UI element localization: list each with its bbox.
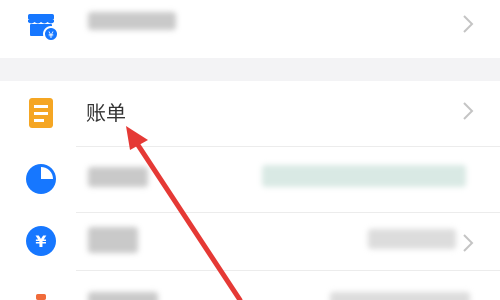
bill-icon (29, 98, 53, 128)
redacted-label (88, 292, 158, 300)
chevron-right-icon (463, 15, 474, 33)
redacted-detail (330, 292, 470, 300)
tag-icon (36, 294, 46, 300)
redacted-detail (368, 229, 456, 249)
store-icon: ¥ (28, 14, 59, 42)
chevron-right-icon (463, 102, 474, 120)
redacted-detail (262, 165, 466, 187)
menu-row-last[interactable] (0, 272, 500, 300)
redacted-label (88, 167, 148, 187)
svg-text:¥: ¥ (35, 232, 46, 251)
menu-row-store[interactable]: ¥ (0, 0, 500, 58)
redacted-label (88, 227, 138, 253)
row-divider (76, 270, 500, 271)
pie-chart-icon (26, 164, 56, 194)
section-gap (0, 58, 500, 81)
menu-row-yuan[interactable]: ¥ (0, 213, 500, 269)
menu-row-assets[interactable] (0, 147, 500, 213)
svg-text:¥: ¥ (48, 31, 54, 41)
chevron-right-icon (463, 234, 474, 252)
menu-row-bill[interactable]: 账单 (0, 81, 500, 139)
redacted-label (88, 12, 176, 30)
yuan-icon: ¥ (26, 226, 56, 256)
bill-label: 账单 (86, 101, 126, 125)
